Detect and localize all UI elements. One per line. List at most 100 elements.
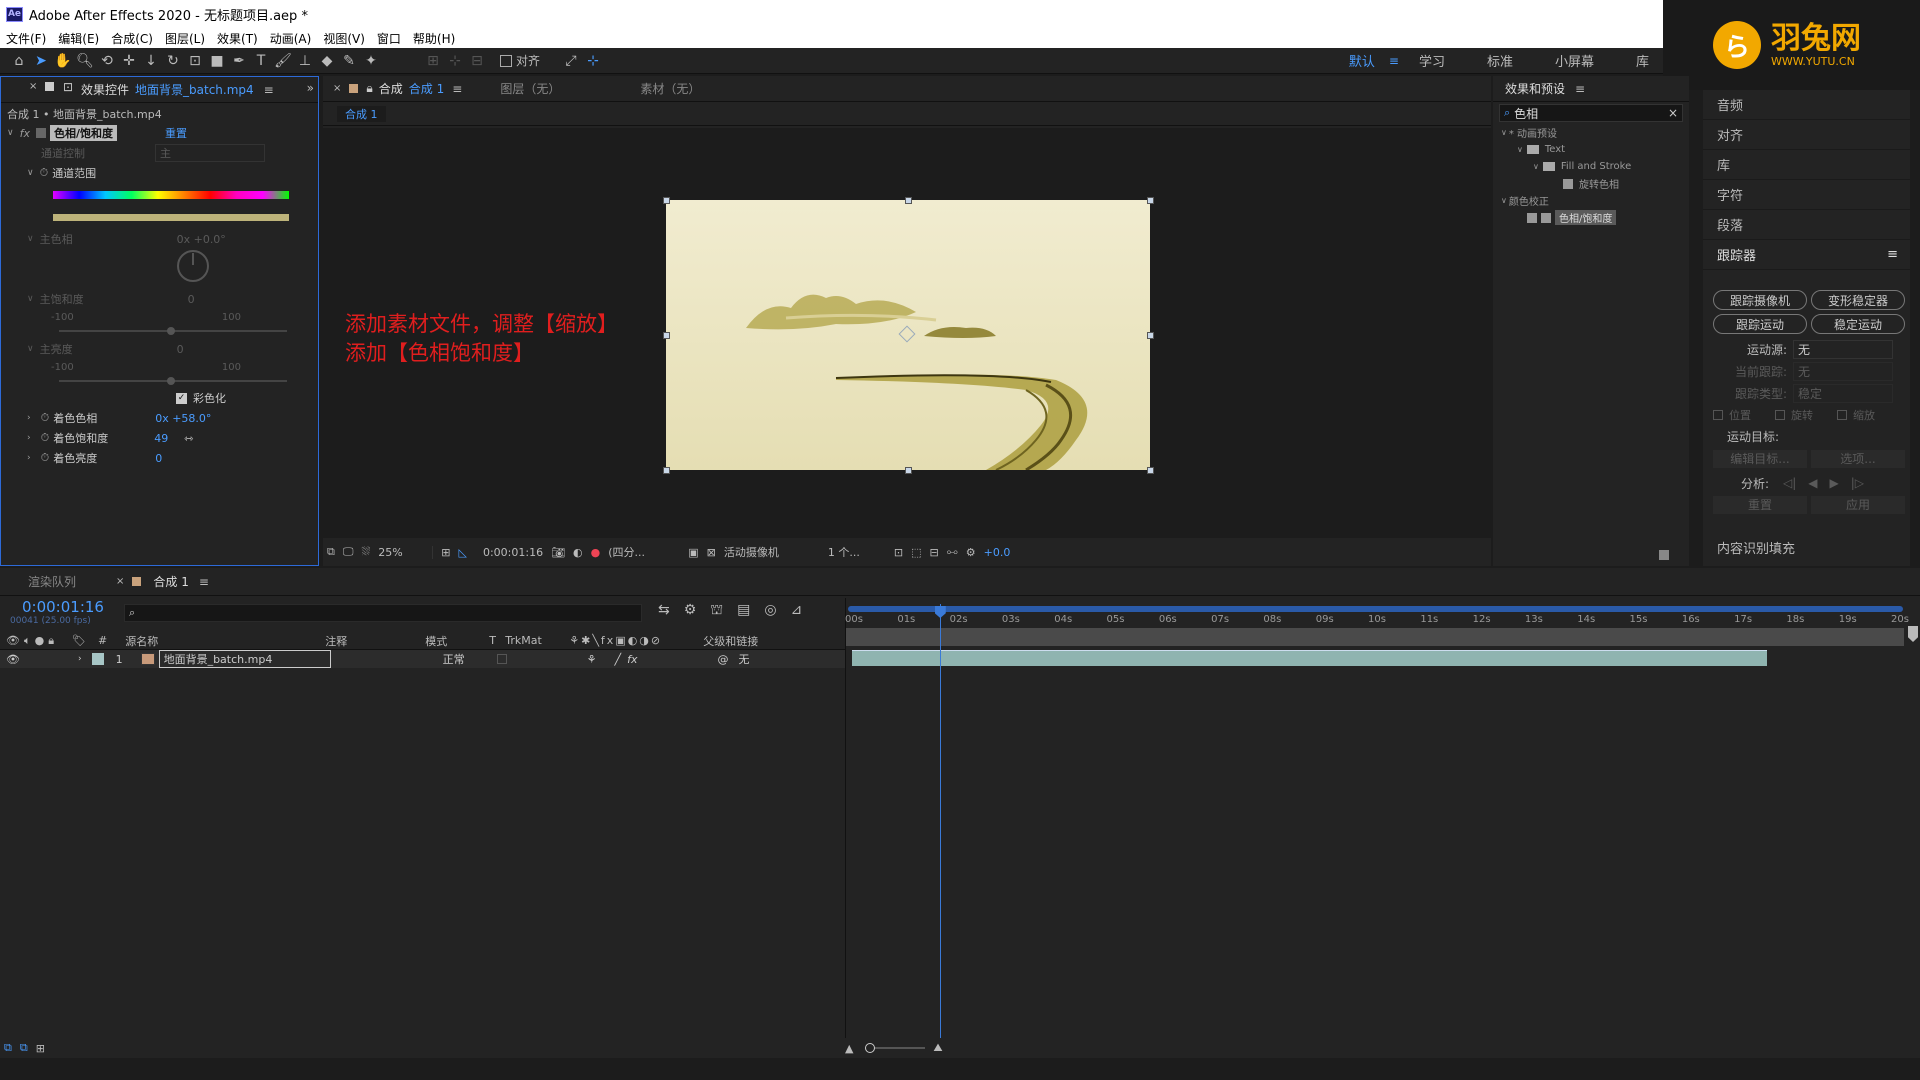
menu-layer[interactable]: 图层(L) (159, 30, 211, 47)
tracker-title[interactable]: 跟踪器 ≡ (1703, 240, 1910, 270)
selection-handle[interactable] (1147, 467, 1154, 474)
audio-panel[interactable]: 音频 (1703, 90, 1910, 120)
eraser-tool-icon[interactable]: ◆ (316, 50, 338, 72)
tree-item[interactable]: ∨ Fill and Stroke (1501, 158, 1689, 175)
motion-source-dropdown[interactable]: 无 (1793, 339, 1893, 359)
edit-target-button[interactable]: 编辑目标... (1713, 450, 1807, 468)
roto-brush-icon[interactable]: ✎ (338, 50, 360, 72)
always-preview-icon[interactable]: ⧉ (327, 545, 335, 559)
exposure-icon[interactable]: ⚙ (966, 546, 976, 559)
layer-name[interactable]: 地面背景_batch.mp4 (158, 650, 331, 668)
work-area-end-icon[interactable] (1908, 626, 1918, 642)
brush-tool-icon[interactable]: 🖌︎ (272, 50, 294, 72)
pan-camera-icon[interactable]: ✛ (118, 50, 140, 72)
selection-handle[interactable] (905, 467, 912, 474)
stopwatch-icon[interactable]: ⏱ (41, 411, 50, 425)
expand-icon[interactable]: ∨ (1517, 145, 1523, 154)
draft-3d-icon[interactable]: ⚙ (684, 602, 697, 620)
home-icon[interactable]: ⌂ (8, 50, 30, 72)
channel-control-dropdown[interactable]: 主 (155, 144, 265, 162)
time-ruler[interactable]: 00s 01s 02s 03s 04s 05s 06s 07s 08s 09s 10s 11s 12s 1… (845, 614, 1909, 628)
panel-menu-icon[interactable]: ≡ (264, 83, 274, 97)
reset-button[interactable]: 重置 (1713, 496, 1807, 514)
source-name-header[interactable]: 源名称 (125, 633, 325, 649)
timeline-comp-tab[interactable]: 合成 1 (153, 573, 188, 590)
close-icon[interactable]: × (29, 81, 37, 92)
align-panel[interactable]: 对齐 (1703, 120, 1910, 150)
comp-mini-flowchart-icon[interactable]: ⇆ (658, 602, 670, 620)
timeline-track-area[interactable]: 00s 01s 02s 03s 04s 05s 06s 07s 08s 09s 10s 11s 12s 1… (845, 598, 1920, 1058)
frame-blending-icon[interactable]: ▤ (737, 602, 750, 620)
orbit-camera-icon[interactable]: ⟲ (96, 50, 118, 72)
effects-presets-title[interactable]: 效果和预设 (1505, 80, 1565, 97)
expand-icon[interactable]: › (78, 654, 82, 664)
panel-menu-icon[interactable]: ≡ (452, 82, 462, 96)
colorize-checkbox[interactable]: ✓ (176, 392, 187, 404)
workspace-learn[interactable]: 学习 (1405, 51, 1459, 70)
tree-item[interactable]: 旋转色相 (1501, 175, 1689, 192)
menu-edit[interactable]: 编辑(E) (52, 30, 105, 47)
visibility-toggle-icon[interactable]: 👁︎ (6, 653, 20, 666)
rectangle-tool-icon[interactable]: ■ (206, 50, 228, 72)
tree-item[interactable]: ∨ Text (1501, 141, 1689, 158)
timeline-search-field[interactable]: ⌕ (124, 604, 642, 622)
composition-tab-prefix[interactable]: 合成 (379, 80, 403, 97)
close-icon[interactable]: × (333, 83, 341, 94)
workspace-library[interactable]: 库 (1608, 51, 1663, 70)
fx-icon[interactable]: fx (20, 127, 30, 140)
toggle-pixel-icon[interactable]: ⊡ (894, 546, 903, 559)
comp-lock-icon[interactable]: 🔒︎ (366, 81, 372, 96)
selection-handle[interactable] (663, 332, 670, 339)
reset-link[interactable]: 重置 (165, 125, 187, 141)
graph-editor-icon[interactable]: ⊿ (791, 602, 803, 620)
selection-handle[interactable] (1147, 332, 1154, 339)
tree-item-selected[interactable]: 色相/饱和度 (1501, 209, 1689, 226)
transparency-grid-icon[interactable]: ▣ (688, 546, 698, 559)
expand-icon[interactable]: ∨ (1501, 196, 1507, 205)
render-queue-tab[interactable]: 渲染队列 (28, 573, 76, 590)
zoom-in-icon[interactable]: ⛰ (933, 1041, 942, 1055)
menu-animation[interactable]: 动画(A) (264, 30, 318, 47)
menu-help[interactable]: 帮助(H) (407, 30, 461, 47)
track-camera-button[interactable]: 跟踪摄像机 (1713, 290, 1807, 310)
color-channel-icon[interactable]: ● (591, 546, 601, 559)
composition-canvas[interactable]: 添加素材文件，调整【缩放】 添加【色相饱和度】 (323, 128, 1491, 538)
paragraph-panel[interactable]: 段落 (1703, 210, 1910, 240)
analyze-forward-all-icon[interactable]: |▷ (1851, 476, 1864, 490)
hand-tool-icon[interactable]: ✋ (52, 50, 74, 72)
label-color-swatch[interactable] (91, 653, 104, 665)
type-tool-icon[interactable]: T (250, 50, 272, 72)
workspace-small-screen[interactable]: 小屏幕 (1527, 51, 1608, 70)
comp-subtab[interactable]: 合成 1 (337, 105, 386, 122)
camera-dropdown[interactable]: 活动摄像机 (724, 544, 820, 560)
panel-menu-icon[interactable]: ≡ (1887, 247, 1898, 262)
show-snapshot-icon[interactable]: ◐ (573, 546, 583, 559)
effect-controls-tab[interactable]: 效果控件 (81, 81, 129, 98)
pen-tool-icon[interactable]: ✒ (228, 50, 250, 72)
zoom-tool-icon[interactable]: 🔍︎ (74, 50, 96, 72)
expand-icon[interactable]: ∨ (1533, 162, 1539, 171)
stopwatch-icon[interactable]: ⏱ (41, 431, 50, 445)
panel-grip-icon[interactable]: ⊡ (63, 80, 73, 94)
layer-mode-dropdown[interactable]: 正常 (443, 651, 497, 667)
effects-search-input[interactable]: 色相 (1514, 105, 1668, 122)
dolly-camera-icon[interactable]: ↓ (140, 50, 162, 72)
snap-grid-icon[interactable]: ⊹ (582, 50, 604, 72)
parent-pickwhip-icon[interactable]: @ (717, 653, 728, 666)
layer-row[interactable]: 👁︎ › 1 地面背景_batch.mp4 正常 ⚘ ╱ fx @ 无 (0, 650, 845, 668)
roi-icon[interactable]: ◺ (459, 546, 467, 559)
expand-icon[interactable]: ∨ (27, 168, 34, 178)
menu-window[interactable]: 窗口 (371, 30, 407, 47)
scale-checkbox[interactable] (1837, 410, 1847, 420)
expand-icon[interactable]: ∨ (27, 294, 34, 304)
panel-menu-icon[interactable]: ≡ (1575, 82, 1585, 96)
selection-handle[interactable] (663, 467, 670, 474)
stopwatch-icon[interactable]: ⏱ (40, 166, 49, 180)
monitor-icon[interactable]: 🖵︎ (343, 545, 354, 559)
panel-menu-icon[interactable]: ≡ (199, 575, 209, 589)
menu-file[interactable]: 文件(F) (0, 30, 52, 47)
tree-item[interactable]: ∨ * 动画预设 (1501, 124, 1689, 141)
selection-handle[interactable] (905, 197, 912, 204)
expand-icon[interactable]: ∨ (27, 234, 34, 244)
layer-switch-fx-icon[interactable]: fx (627, 653, 637, 666)
